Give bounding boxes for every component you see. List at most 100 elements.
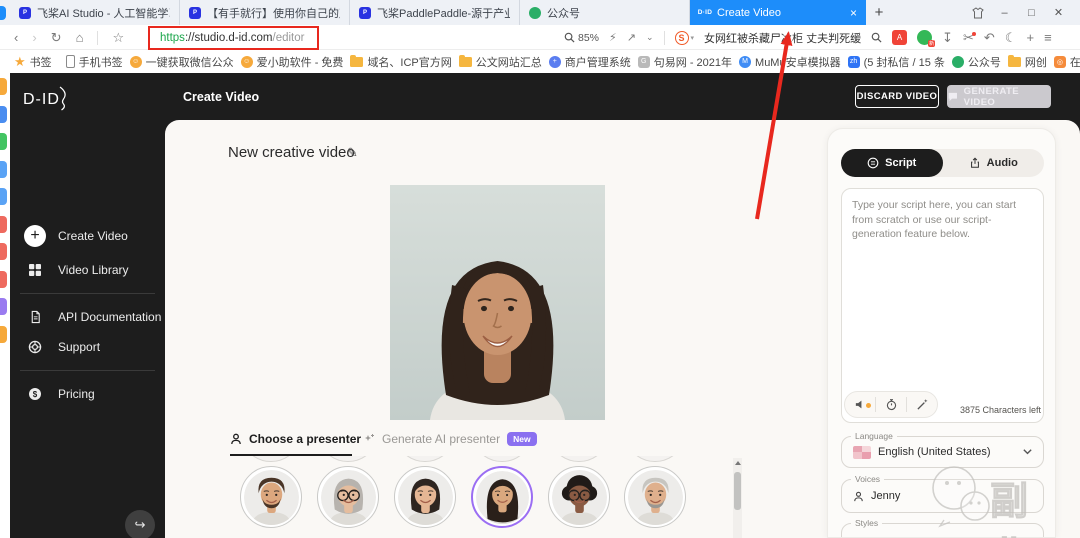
presenter-avatar-partial (548, 456, 610, 462)
edit-title-pencil-icon[interactable]: ✎ (347, 145, 358, 161)
tab-generate-ai-presenter[interactable]: Generate AI presenter New (363, 432, 537, 446)
wechat-favicon (529, 7, 541, 19)
bookmark-item[interactable]: MMuMu安卓模拟器 (739, 54, 841, 70)
night-mode-icon[interactable]: ☾ (1005, 30, 1017, 46)
collapse-sidebar-button[interactable]: ↪ (125, 510, 155, 538)
boost-icon[interactable]: ⚡ (609, 31, 617, 44)
listen-button[interactable] (845, 398, 875, 411)
presenter-avatar-partial (317, 456, 379, 462)
close-button[interactable]: ✕ (1045, 0, 1072, 25)
presenter-2[interactable] (317, 466, 379, 528)
presenter-avatar-partial (624, 456, 686, 462)
favorite-star-icon[interactable]: ☆ (112, 30, 124, 46)
presenter-4-selected[interactable] (471, 466, 533, 528)
bookmark-item[interactable]: ★书签 (14, 54, 52, 70)
bookmark-item[interactable]: +商户管理系统 (549, 54, 631, 70)
edge-app-icon[interactable] (0, 133, 7, 150)
presenter-5[interactable] (548, 466, 610, 528)
bookmark-item[interactable]: zh(5 封私信 / 15 条 (848, 54, 945, 70)
bookmark-item[interactable]: ☺爱小助软件 - 免费 (241, 54, 344, 70)
maximize-button[interactable]: □ (1018, 0, 1045, 25)
undo-icon[interactable]: ↶ (984, 30, 995, 46)
menu-icon[interactable]: ≡ (1044, 30, 1052, 45)
bookmark-item[interactable]: ☺一键获取微信公众 (130, 54, 234, 70)
extension-icon[interactable]: 新 (917, 30, 932, 45)
add-icon[interactable]: + (1026, 30, 1034, 45)
language-select[interactable]: Language English (United States) (841, 436, 1044, 468)
minimize-button[interactable]: – (991, 0, 1018, 25)
zoom-control[interactable]: 85% (564, 32, 599, 44)
bookmark-item[interactable]: 公众号 (952, 54, 1001, 70)
presenter-3[interactable] (394, 466, 456, 528)
profile-shirt-icon (972, 7, 984, 19)
presenter-1[interactable] (240, 466, 302, 528)
bookmark-item[interactable]: 手机书签 (66, 54, 123, 70)
browser-tab[interactable]: P【有手就行】使用你自己的声音做语 (180, 0, 350, 25)
edge-app-icon[interactable] (0, 216, 7, 233)
tab-choose-presenter[interactable]: Choose a presenter (230, 432, 361, 446)
edge-app-icon[interactable] (0, 298, 7, 315)
home-icon[interactable]: ⌂ (76, 30, 84, 45)
svg-text:D-ID: D-ID (23, 91, 60, 108)
presenter-avatar-image (552, 470, 607, 525)
discard-video-button[interactable]: DISCARD VIDEO (855, 85, 939, 108)
bookmark-item[interactable]: 网创 (1008, 54, 1047, 70)
sidebar-item-pricing[interactable]: $Pricing (10, 379, 165, 409)
divider (97, 31, 98, 45)
edge-app-icon[interactable] (0, 161, 7, 178)
browser-tab[interactable]: P飞桨PaddlePaddle-源于产业实践的 (350, 0, 520, 25)
translate-icon[interactable]: A (892, 30, 907, 45)
back-icon[interactable]: ‹ (14, 30, 18, 45)
tab-audio[interactable]: Audio (943, 149, 1045, 177)
bookmark-item[interactable]: ◎在线文件MD5码 (1054, 54, 1080, 70)
styles-select[interactable]: Styles (841, 523, 1044, 538)
edge-app-icon[interactable] (0, 326, 7, 343)
voices-select[interactable]: Voices Jenny (841, 479, 1044, 513)
bookmark-label: 手机书签 (79, 54, 123, 70)
presenter-6[interactable] (624, 466, 686, 528)
edge-app-icon[interactable] (0, 271, 7, 288)
script-generation-button[interactable] (907, 398, 937, 411)
edge-app-icon[interactable] (0, 78, 7, 95)
edge-app-icon[interactable] (0, 188, 7, 205)
tab-close-icon[interactable]: × (846, 6, 857, 20)
bookmark-label: 句易网 - 2021年 (654, 54, 732, 70)
forward-icon[interactable]: › (32, 30, 36, 45)
search-engine-selector[interactable]: S▾ (675, 31, 695, 45)
smiley-icon: ☺ (130, 56, 142, 68)
browser-tab[interactable]: D·IDCreate Video× (690, 0, 866, 25)
scroll-up-arrow[interactable] (735, 461, 741, 465)
reload-icon[interactable]: ↻ (51, 30, 62, 46)
script-textarea[interactable] (841, 188, 1044, 423)
bookmark-label: MuMu安卓模拟器 (755, 54, 841, 70)
chevron-down-icon[interactable]: ⌄ (646, 32, 654, 43)
edge-app-icon[interactable] (0, 243, 7, 260)
search-icon[interactable] (871, 32, 882, 43)
tab-title: 公众号 (547, 5, 680, 21)
search-box[interactable]: 女网红被杀藏尸冰柜 丈夫判死缓 (704, 30, 861, 46)
sidebar-item-api-documentation[interactable]: API Documentation (10, 302, 165, 332)
edge-app-icon[interactable] (0, 106, 7, 123)
download-icon[interactable]: ↧ (942, 30, 953, 46)
generate-video-button[interactable]: GENERATE VIDEO (947, 85, 1051, 108)
sidebar-item-support[interactable]: Support (10, 332, 165, 362)
tab-script[interactable]: Script (841, 149, 943, 177)
bookmark-item[interactable]: G句易网 - 2021年 (638, 54, 732, 70)
bookmark-item[interactable]: 域名、ICP官方网 (350, 54, 451, 70)
share-icon[interactable]: ↗ (627, 31, 636, 44)
sidebar-item-video-library[interactable]: Video Library (10, 255, 165, 285)
duration-button[interactable] (876, 398, 906, 411)
browser-tab[interactable]: 公众号 (520, 0, 690, 25)
browser-edge-toggle[interactable] (0, 6, 6, 20)
paddle-favicon: P (189, 7, 201, 19)
sidebar-item-create-video[interactable]: +Create Video (10, 217, 165, 255)
browser-tab-bar: P飞桨AI Studio - 人工智能学习与实训P【有手就行】使用你自己的声音做… (0, 0, 1080, 25)
profile-button[interactable] (964, 0, 991, 25)
presenter-scrollbar[interactable] (733, 458, 742, 538)
bookmark-item[interactable]: 公文网站汇总 (459, 54, 542, 70)
screenshot-scissors-icon[interactable]: ✂ (963, 30, 974, 46)
scroll-thumb[interactable] (734, 472, 741, 510)
script-icon (867, 157, 879, 169)
browser-tab[interactable]: P飞桨AI Studio - 人工智能学习与实训 (10, 0, 180, 25)
new-tab-button[interactable]: + (866, 0, 892, 25)
